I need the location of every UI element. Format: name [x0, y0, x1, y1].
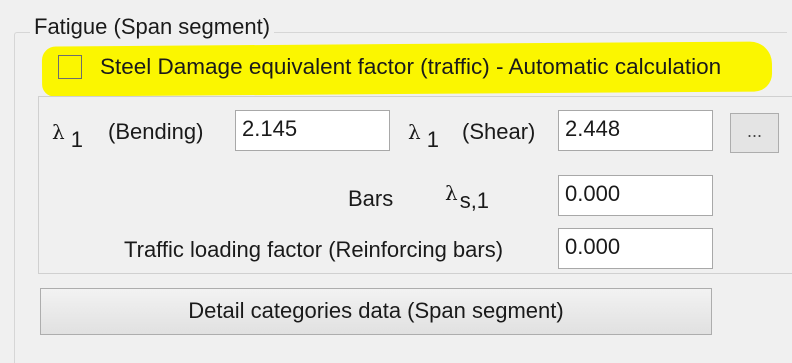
lambda-subscript: 1 [70, 127, 83, 152]
group-title: Fatigue (Span segment) [30, 14, 275, 40]
traffic-loading-factor-label: Traffic loading factor (Reinforcing bars… [124, 237, 504, 262]
more-button[interactable]: ... [730, 113, 779, 153]
lambda-bending-symbol: λ1 [52, 119, 83, 152]
shear-input[interactable]: 2.448 [558, 110, 713, 151]
shear-label: (Shear) [462, 119, 536, 144]
traffic-loading-factor-input[interactable]: 0.000 [558, 228, 713, 269]
lambda-s1-input[interactable]: 0.000 [558, 175, 713, 216]
automatic-calculation-label[interactable]: Steel Damage equivalent factor (traffic)… [100, 54, 721, 80]
detail-categories-button[interactable]: Detail categories data (Span segment) [40, 288, 712, 335]
bending-input[interactable]: 2.145 [235, 110, 390, 151]
lambda-symbol: λ [408, 120, 421, 144]
lambda-subscript: 1 [426, 127, 439, 152]
bars-label: Bars [348, 186, 394, 211]
bending-label: (Bending) [108, 119, 204, 144]
lambda-symbol: λ [445, 181, 458, 205]
lambda-s1-symbol: λs,1 [445, 180, 489, 213]
lambda-shear-symbol: λ1 [408, 119, 439, 152]
automatic-calculation-checkbox[interactable] [58, 55, 82, 79]
lambda-subscript: s,1 [459, 188, 490, 213]
lambda-symbol: λ [52, 120, 65, 144]
